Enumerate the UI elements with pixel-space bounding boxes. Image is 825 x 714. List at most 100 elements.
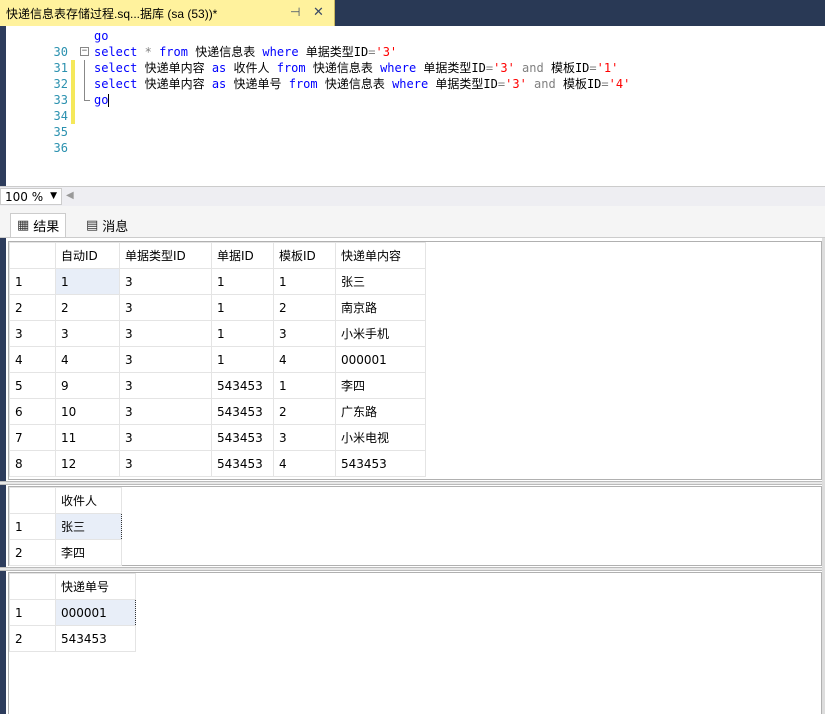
table-cell[interactable]: 3: [119, 372, 212, 399]
table-cell[interactable]: 2: [55, 294, 120, 321]
table-row[interactable]: 5 9 3 543453 1 李四: [9, 372, 426, 399]
table-cell[interactable]: 3: [273, 424, 336, 451]
change-marker: [71, 108, 75, 124]
grid-splitter[interactable]: [0, 481, 825, 485]
row-number[interactable]: 7: [9, 424, 56, 451]
table-row[interactable]: 2 543453: [9, 625, 136, 652]
table-cell[interactable]: 广东路: [335, 398, 426, 425]
table-row[interactable]: 8 12 3 543453 4 543453: [9, 450, 426, 477]
column-header[interactable]: 单据类型ID: [119, 242, 212, 269]
table-row[interactable]: 4 4 3 1 4 000001: [9, 346, 426, 373]
table-cell[interactable]: 543453: [55, 625, 136, 652]
table-row[interactable]: 1 张三: [9, 513, 122, 540]
row-number[interactable]: 2: [9, 625, 56, 652]
code-line[interactable]: 36: [8, 124, 825, 155]
table-cell[interactable]: 1: [211, 320, 274, 347]
table-cell[interactable]: 1: [211, 294, 274, 321]
row-number[interactable]: 1: [9, 268, 56, 295]
code-line[interactable]: 32 select 快递单内容 as 收件人 from 快递信息表 where …: [8, 60, 825, 91]
column-header[interactable]: 快递单号: [55, 573, 136, 600]
code-line[interactable]: 33 select 快递单内容 as 快递单号 from 快递信息表 where…: [8, 76, 825, 107]
row-number[interactable]: 8: [9, 450, 56, 477]
results-grid-2[interactable]: 收件人 1 张三 2 李四: [8, 486, 822, 566]
table-cell[interactable]: 李四: [55, 539, 122, 566]
table-cell[interactable]: 3: [119, 320, 212, 347]
table-cell[interactable]: 3: [119, 450, 212, 477]
document-tab[interactable]: 快递信息表存储过程.sq...据库 (sa (53))* ⊣ ✕: [0, 0, 335, 26]
table-cell[interactable]: 李四: [335, 372, 426, 399]
table-row[interactable]: 2 李四: [9, 539, 122, 566]
table-cell[interactable]: 3: [119, 346, 212, 373]
table-cell[interactable]: 4: [55, 346, 120, 373]
table-cell[interactable]: 南京路: [335, 294, 426, 321]
table-cell[interactable]: 3: [119, 398, 212, 425]
column-header[interactable]: 单据ID: [211, 242, 274, 269]
collapse-icon[interactable]: −: [80, 47, 89, 56]
table-cell[interactable]: 2: [273, 294, 336, 321]
row-number[interactable]: 1: [9, 599, 56, 626]
table-cell[interactable]: 3: [119, 294, 212, 321]
chevron-down-icon: ▼: [50, 191, 57, 201]
table-cell[interactable]: 000001: [55, 599, 136, 626]
table-cell[interactable]: 3: [55, 320, 120, 347]
table-cell[interactable]: 3: [119, 268, 212, 295]
table-cell[interactable]: 3: [119, 424, 212, 451]
results-grid-3[interactable]: 快递单号 1 000001 2 543453: [8, 572, 822, 714]
column-header[interactable]: 快递单内容: [335, 242, 426, 269]
table-row[interactable]: 2 2 3 1 2 南京路: [9, 294, 426, 321]
row-number[interactable]: 2: [9, 294, 56, 321]
table-cell[interactable]: 3: [273, 320, 336, 347]
row-number[interactable]: 2: [9, 539, 56, 566]
column-header[interactable]: 模板ID: [273, 242, 336, 269]
table-cell[interactable]: 4: [273, 346, 336, 373]
table-row[interactable]: 1 1 3 1 1 张三: [9, 268, 426, 295]
query-editor[interactable]: 30 go 31 − select * from 快递信息表 where 单据类…: [8, 26, 825, 186]
results-grid-1[interactable]: 自动ID 单据类型ID 单据ID 模板ID 快递单内容 1 1 3 1 1 张三 2231…: [8, 241, 822, 480]
table-cell[interactable]: 张三: [335, 268, 426, 295]
table-cell[interactable]: 000001: [335, 346, 426, 373]
column-header[interactable]: 自动ID: [55, 242, 120, 269]
code-line[interactable]: 31 − select * from 快递信息表 where 单据类型ID='3…: [8, 44, 825, 75]
row-number[interactable]: 4: [9, 346, 56, 373]
table-cell[interactable]: 1: [273, 372, 336, 399]
tab-results[interactable]: ▦ 结果: [10, 213, 67, 237]
zoom-select[interactable]: 100 % ▼: [0, 188, 62, 205]
table-cell[interactable]: 4: [273, 450, 336, 477]
table-cell[interactable]: 12: [55, 450, 120, 477]
code-line[interactable]: 37: [8, 140, 825, 152]
row-number[interactable]: 1: [9, 513, 56, 540]
table-cell[interactable]: 10: [55, 398, 120, 425]
close-icon[interactable]: ✕: [313, 4, 324, 20]
table-row[interactable]: 7 11 3 543453 3 小米电视: [9, 424, 426, 451]
table-cell[interactable]: 张三: [55, 513, 122, 540]
table-cell[interactable]: 543453: [211, 424, 274, 451]
table-cell[interactable]: 小米手机: [335, 320, 426, 347]
row-number[interactable]: 6: [9, 398, 56, 425]
tab-messages[interactable]: ▤ 消息: [80, 213, 134, 237]
results-table: 自动ID 单据类型ID 单据ID 模板ID 快递单内容 1 1 3 1 1 张三 2231…: [9, 242, 426, 477]
row-number[interactable]: 5: [9, 372, 56, 399]
table-cell[interactable]: 1: [55, 268, 120, 295]
table-cell[interactable]: 1: [273, 268, 336, 295]
scroll-left-icon[interactable]: ◀: [66, 190, 74, 201]
row-number[interactable]: 3: [9, 320, 56, 347]
table-cell[interactable]: 2: [273, 398, 336, 425]
table-cell[interactable]: 1: [211, 346, 274, 373]
table-cell[interactable]: 9: [55, 372, 120, 399]
table-cell[interactable]: 543453: [211, 372, 274, 399]
table-cell[interactable]: 1: [211, 268, 274, 295]
table-row[interactable]: 6 10 3 543453 2 广东路: [9, 398, 426, 425]
code-line[interactable]: 30 go: [8, 28, 825, 59]
table-cell[interactable]: 543453: [211, 450, 274, 477]
grid-splitter[interactable]: [0, 567, 825, 571]
table-cell[interactable]: 11: [55, 424, 120, 451]
code-line[interactable]: 34 go: [8, 92, 825, 123]
code-line[interactable]: 35: [8, 108, 825, 139]
table-cell[interactable]: 543453: [335, 450, 426, 477]
column-header[interactable]: 收件人: [55, 487, 122, 514]
pin-icon[interactable]: ⊣: [290, 5, 300, 19]
table-cell[interactable]: 小米电视: [335, 424, 426, 451]
table-row[interactable]: 1 000001: [9, 599, 136, 626]
table-cell[interactable]: 543453: [211, 398, 274, 425]
table-row[interactable]: 3 3 3 1 3 小米手机: [9, 320, 426, 347]
